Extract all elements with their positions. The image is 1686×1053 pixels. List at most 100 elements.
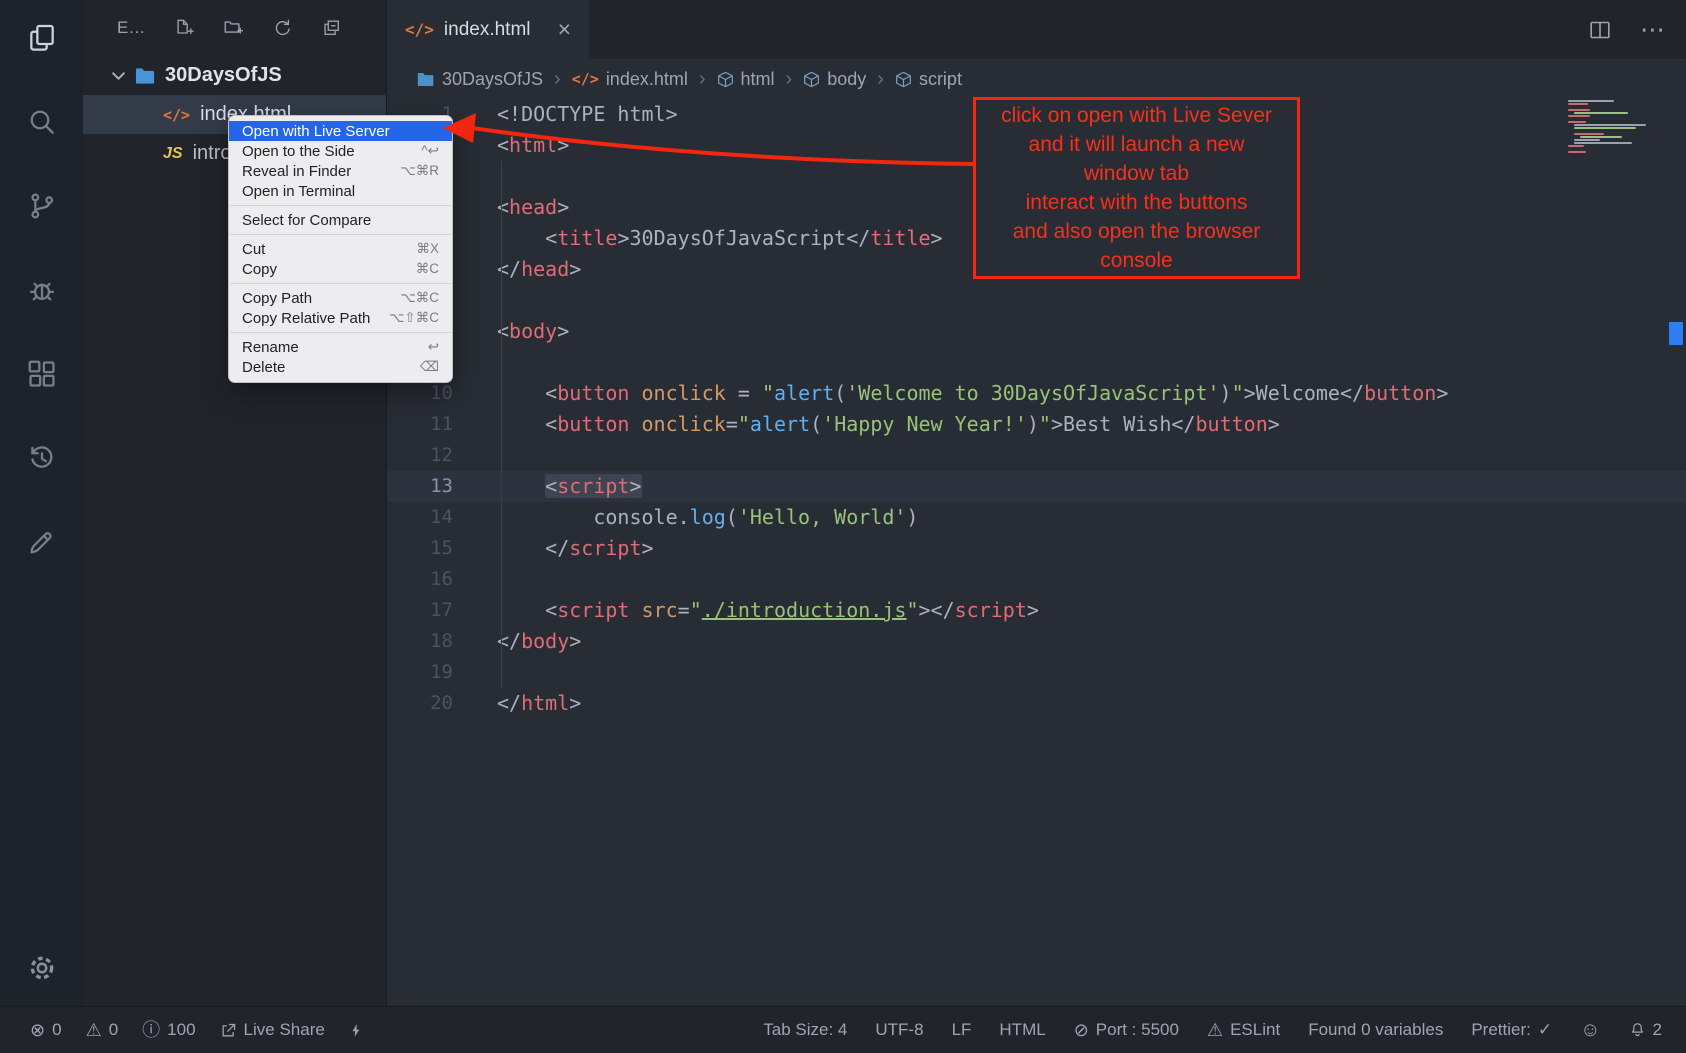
menu-item-reveal-in-finder[interactable]: Reveal in Finder⌥⌘R bbox=[229, 161, 452, 181]
prettier-indicator[interactable]: Prettier: ✓ bbox=[1471, 1020, 1552, 1040]
code-line-20[interactable]: 20</html> bbox=[387, 688, 1686, 719]
settings-gear-icon[interactable] bbox=[20, 946, 64, 990]
check-icon: ✓ bbox=[1538, 1020, 1552, 1040]
breadcrumb-item-file[interactable]: </> index.html bbox=[572, 69, 688, 90]
overview-ruler-marker bbox=[1669, 322, 1683, 345]
smiley-icon: ☺ bbox=[1580, 1020, 1600, 1040]
chevron-right-icon: › bbox=[554, 68, 561, 91]
encoding-indicator[interactable]: UTF-8 bbox=[875, 1020, 923, 1040]
annotation-line: and it will launch a new bbox=[1001, 130, 1272, 159]
new-folder-icon[interactable] bbox=[223, 18, 243, 38]
context-menu: Open with Live ServerOpen to the Side^↩R… bbox=[228, 115, 453, 383]
code-line-11[interactable]: 11 <button onclick="alert('Happy New Yea… bbox=[387, 409, 1686, 440]
code-line-18[interactable]: 18</body> bbox=[387, 626, 1686, 657]
breadcrumb-item-body[interactable]: body bbox=[803, 69, 866, 90]
code-line-7[interactable]: 7 bbox=[387, 285, 1686, 316]
eol-indicator[interactable]: LF bbox=[952, 1020, 972, 1040]
menu-item-copy-relative-path[interactable]: Copy Relative Path⌥⇧⌘C bbox=[229, 308, 452, 328]
more-actions-icon[interactable]: ⋯ bbox=[1640, 15, 1666, 45]
line-number: 18 bbox=[387, 626, 497, 657]
history-icon[interactable] bbox=[20, 436, 64, 480]
search-icon[interactable] bbox=[20, 100, 64, 144]
minimap-line bbox=[1580, 136, 1622, 138]
menu-separator bbox=[230, 205, 451, 206]
folder-icon bbox=[135, 67, 156, 85]
explorer-title: E… bbox=[117, 18, 145, 38]
refresh-icon[interactable] bbox=[272, 18, 292, 38]
extensions-icon[interactable] bbox=[20, 352, 64, 396]
language-mode-indicator[interactable]: HTML bbox=[999, 1020, 1045, 1040]
code-line-12[interactable]: 12 bbox=[387, 440, 1686, 471]
live-share-button[interactable]: Live Share bbox=[220, 1020, 325, 1040]
breadcrumb-item-folder[interactable]: 30DaysOfJS bbox=[417, 69, 543, 90]
split-editor-icon[interactable] bbox=[1588, 18, 1612, 42]
minimap-line bbox=[1568, 145, 1584, 147]
menu-item-copy[interactable]: Copy⌘C bbox=[229, 259, 452, 279]
chevron-down-icon bbox=[111, 70, 126, 82]
port-indicator[interactable]: ⊘ Port : 5500 bbox=[1074, 1020, 1179, 1040]
eslint-indicator[interactable]: ⚠ ESLint bbox=[1207, 1020, 1280, 1040]
status-bar: ⊗ 0 ⚠ 0 ⓘ 100 Live Share Tab Size: 4 UTF… bbox=[0, 1006, 1686, 1053]
code-line-19[interactable]: 19 bbox=[387, 657, 1686, 688]
lightning-bolt-icon bbox=[349, 1021, 364, 1040]
annotation-line: window tab bbox=[1001, 159, 1272, 188]
annotation-line: console bbox=[1001, 246, 1272, 275]
menu-separator bbox=[230, 283, 451, 284]
tab-bar: </> index.html × ⋯ bbox=[387, 0, 1686, 59]
annotation-text: click on open with Live Severand it will… bbox=[1001, 101, 1272, 275]
code-line-15[interactable]: 15 </script> bbox=[387, 533, 1686, 564]
minimap-line bbox=[1574, 139, 1600, 141]
explorer-icon[interactable] bbox=[20, 16, 64, 60]
folder-icon bbox=[417, 72, 435, 87]
tab-index-html[interactable]: </> index.html × bbox=[387, 0, 589, 59]
menu-item-copy-path[interactable]: Copy Path⌥⌘C bbox=[229, 288, 452, 308]
menu-item-rename[interactable]: Rename↩ bbox=[229, 337, 452, 357]
collapse-all-icon[interactable] bbox=[321, 18, 341, 38]
minimap-line bbox=[1574, 127, 1636, 129]
info-indicator[interactable]: ⓘ 100 bbox=[142, 1020, 195, 1040]
close-icon[interactable]: × bbox=[558, 18, 571, 41]
debug-icon[interactable] bbox=[20, 268, 64, 312]
bolt-button[interactable] bbox=[349, 1021, 364, 1040]
new-file-icon[interactable] bbox=[174, 18, 194, 38]
menu-item-cut[interactable]: Cut⌘X bbox=[229, 239, 452, 259]
code-line-14[interactable]: 14 console.log('Hello, World') bbox=[387, 502, 1686, 533]
code-line-9[interactable]: 9 bbox=[387, 347, 1686, 378]
line-number: 19 bbox=[387, 657, 497, 688]
menu-item-open-in-terminal[interactable]: Open in Terminal bbox=[229, 181, 452, 201]
code-line-13[interactable]: 13 <script> bbox=[387, 471, 1686, 502]
variables-indicator[interactable]: Found 0 variables bbox=[1308, 1020, 1443, 1040]
errors-indicator[interactable]: ⊗ 0 bbox=[30, 1020, 62, 1040]
code-line-16[interactable]: 16 bbox=[387, 564, 1686, 595]
menu-item-delete[interactable]: Delete⌫ bbox=[229, 357, 452, 377]
tab-size-indicator[interactable]: Tab Size: 4 bbox=[763, 1020, 847, 1040]
minimap-line bbox=[1574, 124, 1646, 126]
minimap[interactable] bbox=[1568, 100, 1660, 154]
explorer-header: E… bbox=[83, 0, 386, 56]
html-file-icon: </> bbox=[405, 20, 434, 39]
sidebar-item-root-folder[interactable]: 30DaysOfJS bbox=[83, 56, 386, 95]
source-control-icon[interactable] bbox=[20, 184, 64, 228]
annotation-line: click on open with Live Sever bbox=[1001, 101, 1272, 130]
minimap-line bbox=[1568, 103, 1588, 105]
menu-item-open-to-the-side[interactable]: Open to the Side^↩ bbox=[229, 141, 452, 161]
symbol-cube-icon bbox=[717, 71, 734, 88]
edit-session-icon[interactable] bbox=[20, 520, 64, 564]
code-line-17[interactable]: 17 <script src="./introduction.js"></scr… bbox=[387, 595, 1686, 626]
menu-item-select-for-compare[interactable]: Select for Compare bbox=[229, 210, 452, 230]
code-line-10[interactable]: 10 <button onclick = "alert('Welcome to … bbox=[387, 378, 1686, 409]
menu-item-open-with-live-server[interactable]: Open with Live Server bbox=[229, 121, 452, 141]
notifications-bell[interactable]: 2 bbox=[1629, 1020, 1662, 1040]
warnings-indicator[interactable]: ⚠ 0 bbox=[86, 1020, 119, 1040]
line-number: 15 bbox=[387, 533, 497, 564]
breadcrumb-item-html[interactable]: html bbox=[717, 69, 775, 90]
tab-label: index.html bbox=[444, 19, 531, 41]
root-folder-label: 30DaysOfJS bbox=[165, 64, 282, 87]
annotation-line: and also open the browser bbox=[1001, 217, 1272, 246]
info-icon: ⓘ bbox=[142, 1021, 160, 1039]
code-line-8[interactable]: 8<body> bbox=[387, 316, 1686, 347]
annotation-line: interact with the buttons bbox=[1001, 188, 1272, 217]
line-number: 14 bbox=[387, 502, 497, 533]
feedback-smiley[interactable]: ☺ bbox=[1580, 1020, 1600, 1040]
breadcrumb-item-script[interactable]: script bbox=[895, 69, 962, 90]
